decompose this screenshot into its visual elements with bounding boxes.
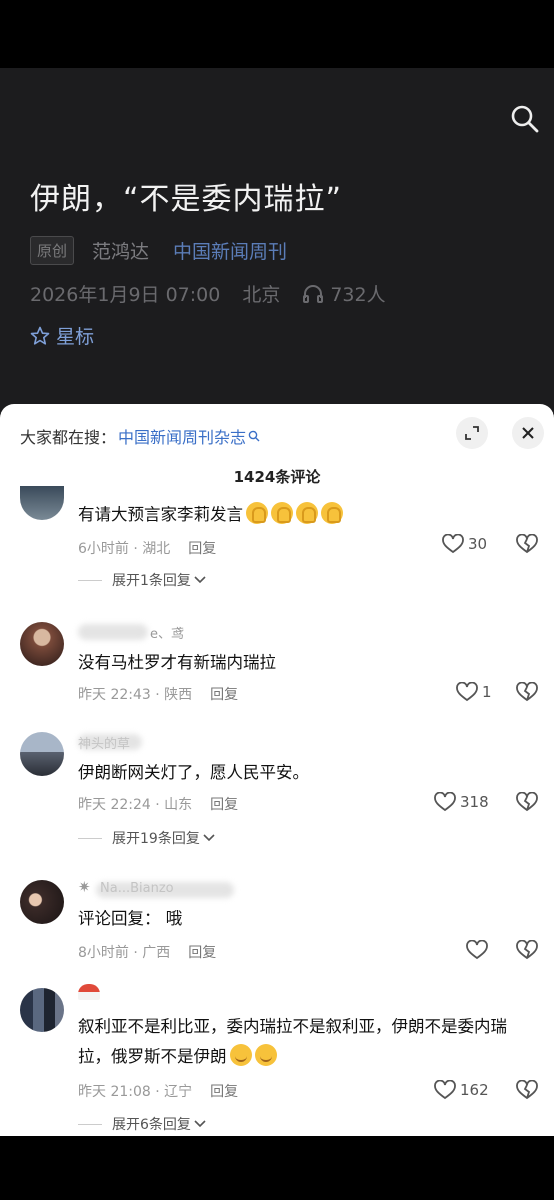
comment-text: 没有马杜罗才有新瑞内瑞拉 xyxy=(78,653,276,672)
avatar[interactable] xyxy=(20,880,64,924)
broken-heart-icon[interactable] xyxy=(516,534,538,554)
broken-heart-icon[interactable] xyxy=(516,792,538,812)
listeners-value: 732人 xyxy=(330,284,386,306)
publish-datetime: 2026年1月9日 07:00 xyxy=(30,284,221,306)
like-button[interactable]: 162 xyxy=(434,1080,489,1100)
publish-location: 北京 xyxy=(242,284,281,306)
heart-icon xyxy=(442,534,464,554)
broken-heart-icon[interactable] xyxy=(516,1080,538,1100)
reply-button[interactable]: 回复 xyxy=(188,945,216,961)
username[interactable]: e、鸢 xyxy=(150,623,184,642)
avatar[interactable] xyxy=(20,486,64,520)
listen-count[interactable]: 732人 xyxy=(302,280,386,307)
username[interactable]: Na...Bianzo xyxy=(100,881,174,896)
reply-button[interactable]: 回复 xyxy=(210,1084,238,1100)
divider xyxy=(78,837,102,839)
comment-text: 叙利亚不是利比亚，委内瑞拉不是叙利亚，伊朗不是委内瑞拉，俄罗斯不是伊朗 xyxy=(78,1017,507,1066)
username-blur xyxy=(78,624,148,640)
divider xyxy=(78,1123,102,1125)
chevron-down-icon xyxy=(194,576,206,584)
expand-replies[interactable]: 展开1条回复 xyxy=(78,570,206,590)
chevron-down-icon xyxy=(203,834,215,842)
trending-search[interactable]: 大家都在搜： 中国新闻周刊杂志 xyxy=(20,424,260,448)
heart-icon xyxy=(434,792,456,812)
avatar[interactable] xyxy=(20,622,64,666)
expand-replies[interactable]: 展开19条回复 xyxy=(78,828,215,848)
clap-emoji-icon xyxy=(296,502,318,524)
comments-sheet: 大家都在搜： 中国新闻周刊杂志 1424条评论 有请大预言家李莉发言 6小时前 … xyxy=(0,404,554,1136)
comment-text: 伊朗断网关灯了，愿人民平安。 xyxy=(78,763,309,782)
chevron-down-icon xyxy=(194,1120,206,1128)
reply-button[interactable]: 回复 xyxy=(210,797,238,813)
badge-icon xyxy=(78,984,100,1000)
comment-meta: 6小时前 · 湖北 回复 xyxy=(78,541,217,557)
close-icon xyxy=(522,427,534,439)
search-icon xyxy=(248,430,260,442)
clap-emoji-icon xyxy=(246,502,268,524)
headphones-icon xyxy=(303,284,324,303)
heart-icon xyxy=(434,1080,456,1100)
clap-emoji-icon xyxy=(321,502,343,524)
article-title: 伊朗，“不是委内瑞拉” xyxy=(30,182,343,217)
article-meta: 原创 范鸿达 中国新闻周刊 xyxy=(30,236,287,265)
avatar[interactable] xyxy=(20,732,64,776)
comment-meta: 昨天 22:43 · 陕西 回复 xyxy=(78,687,239,703)
reply-button[interactable]: 回复 xyxy=(210,687,238,703)
broken-heart-icon[interactable] xyxy=(516,940,538,960)
status-area xyxy=(0,0,554,68)
username[interactable]: 神头的草 xyxy=(78,733,130,752)
comment-meta: 8小时前 · 广西 回复 xyxy=(78,945,217,961)
bottom-bar xyxy=(0,1136,554,1200)
heart-icon xyxy=(456,682,478,702)
star-label: 星标 xyxy=(56,326,95,348)
comment-count: 1424条评论 xyxy=(233,468,321,486)
close-button[interactable] xyxy=(512,417,544,449)
reply-button[interactable]: 回复 xyxy=(188,541,216,557)
source-link[interactable]: 中国新闻周刊 xyxy=(173,237,287,264)
trending-prefix: 大家都在搜： xyxy=(20,428,117,447)
like-button[interactable] xyxy=(466,940,492,960)
smile-emoji-icon xyxy=(229,1044,252,1066)
clap-emoji-icon xyxy=(271,502,293,524)
avatar[interactable] xyxy=(20,988,64,1032)
trending-keyword[interactable]: 中国新闻周刊杂志 xyxy=(118,424,246,448)
heart-icon xyxy=(466,940,488,960)
expand-button[interactable] xyxy=(456,417,488,449)
article-info: 2026年1月9日 07:00 北京 732人 xyxy=(30,280,386,307)
like-button[interactable]: 30 xyxy=(442,534,487,554)
expand-icon xyxy=(465,426,479,440)
comment-meta: 昨天 21:08 · 辽宁 回复 xyxy=(78,1084,239,1100)
divider xyxy=(78,579,102,581)
comment-meta: 昨天 22:24 · 山东 回复 xyxy=(78,797,239,813)
smile-emoji-icon xyxy=(254,1044,277,1066)
like-button[interactable]: 318 xyxy=(434,792,489,812)
article-header: 伊朗，“不是委内瑞拉” 原创 范鸿达 中国新闻周刊 2026年1月9日 07:0… xyxy=(0,68,554,413)
original-badge: 原创 xyxy=(30,236,75,265)
like-button[interactable]: 1 xyxy=(456,682,492,702)
author-name[interactable]: 范鸿达 xyxy=(92,237,149,264)
comment-text: 有请大预言家李莉发言 xyxy=(78,500,538,530)
comment-text: 评论回复： 哦 xyxy=(78,909,183,928)
expand-replies[interactable]: 展开6条回复 xyxy=(78,1114,206,1134)
star-icon xyxy=(30,326,50,345)
vip-icon: ✷ xyxy=(78,878,91,896)
broken-heart-icon[interactable] xyxy=(516,682,538,702)
search-icon[interactable] xyxy=(510,104,540,134)
star-button[interactable]: 星标 xyxy=(30,322,94,349)
